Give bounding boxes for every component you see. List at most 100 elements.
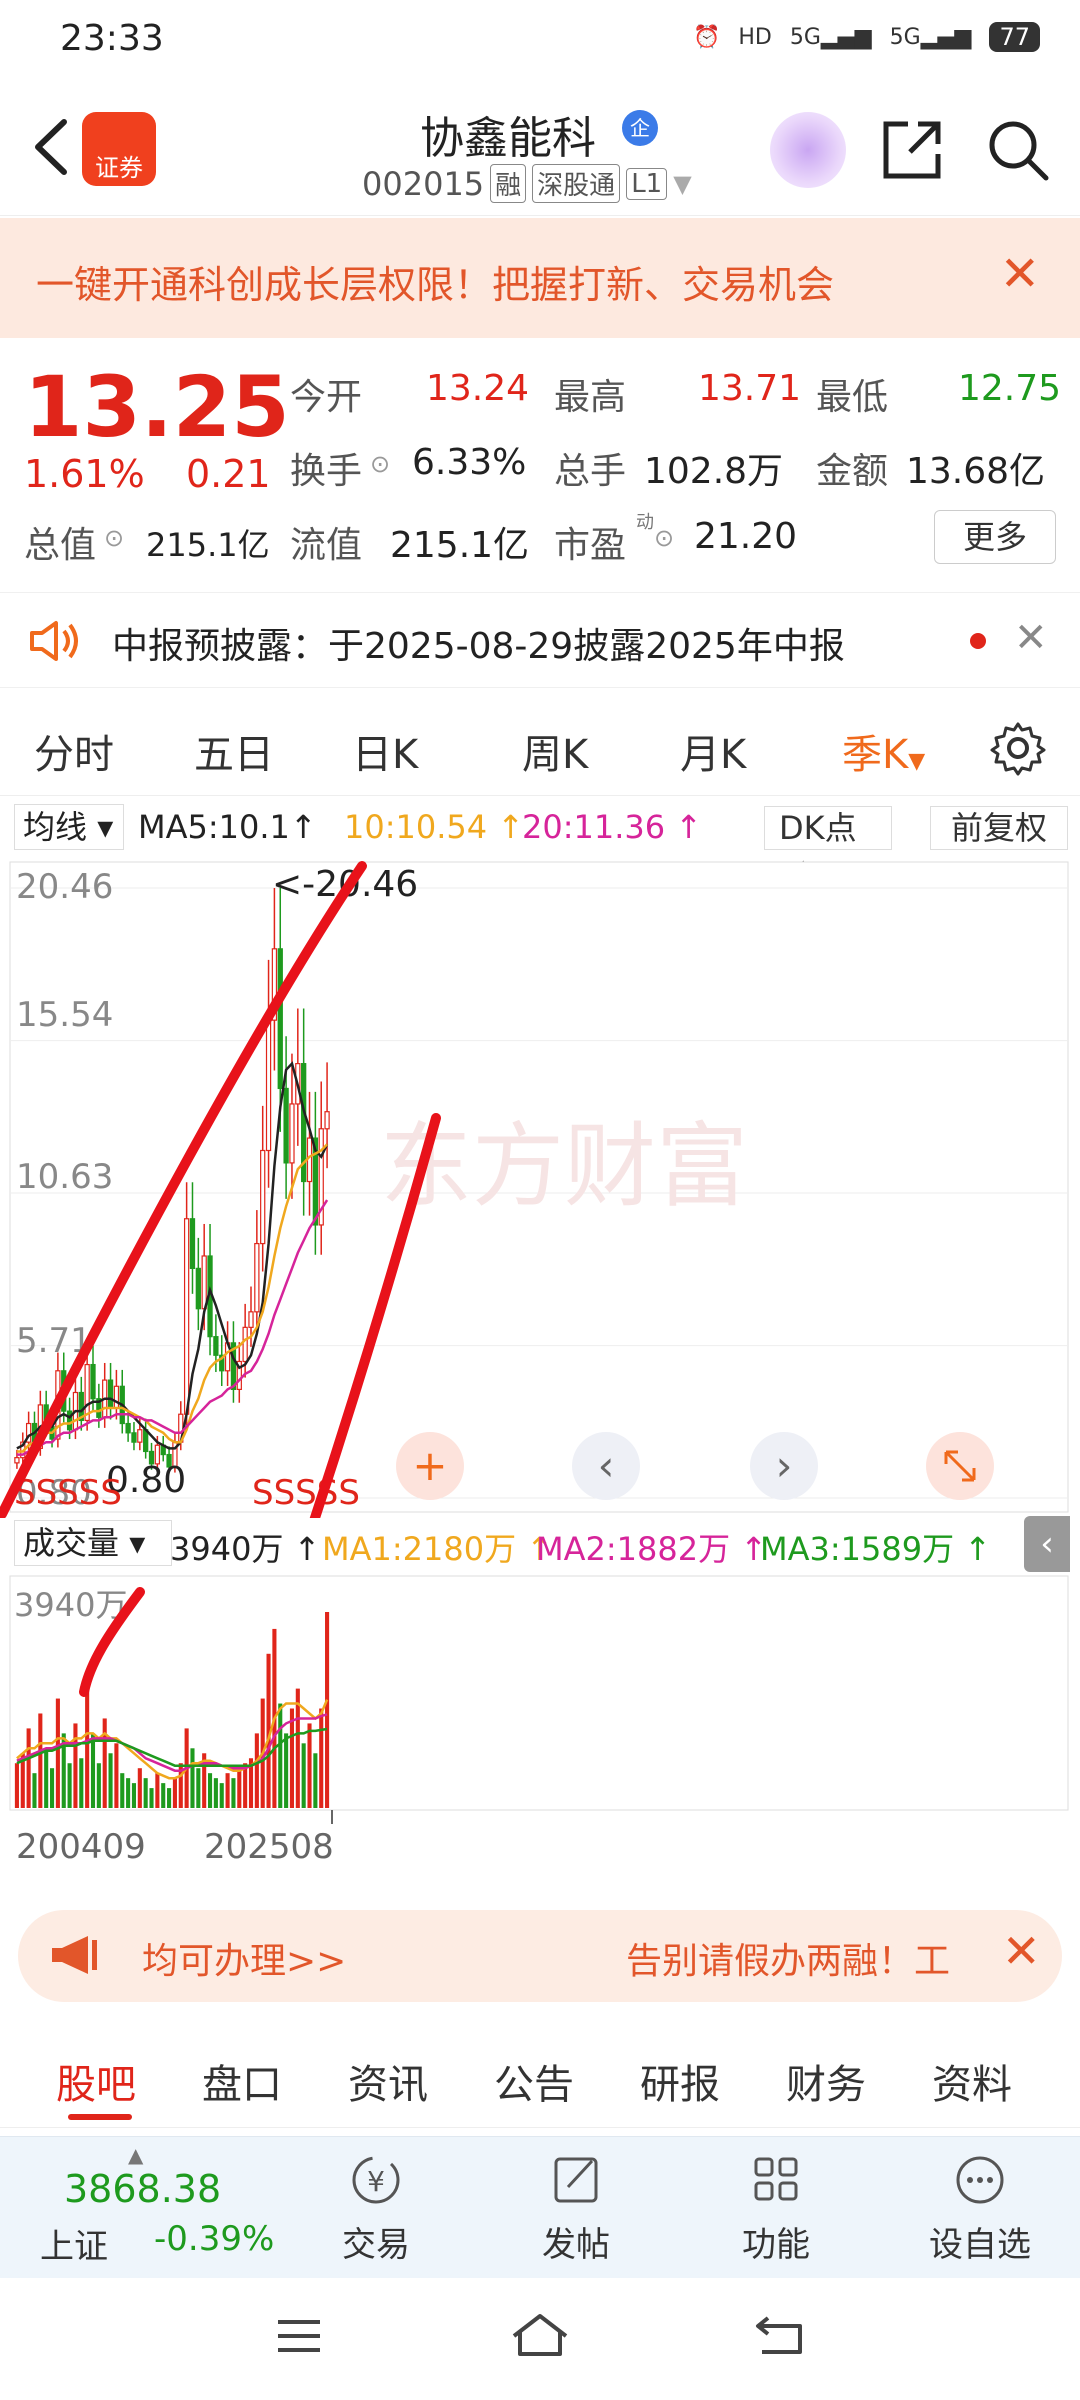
tab-monthly-k[interactable]: 月K (680, 722, 746, 780)
back-button[interactable] (22, 112, 82, 182)
promo-banner[interactable]: 一键开通科创成长层权限！把握打新、交易机会 ✕ (0, 218, 1080, 338)
back-nav-icon[interactable] (752, 2312, 808, 2358)
volume-bar (143, 1778, 148, 1808)
functions-button[interactable]: 功能 (696, 2153, 856, 2266)
speaker-icon (30, 621, 78, 661)
more-button[interactable]: 更多 (934, 510, 1056, 564)
volume-bar (289, 1708, 295, 1808)
tab-announcements[interactable]: 公告 (494, 2052, 574, 2110)
volume-bar (167, 1788, 172, 1808)
volume-bar (196, 1768, 201, 1808)
notice-close-button[interactable]: ✕ (1014, 615, 1048, 661)
volume-ma2: MA2:1882万 ↑ (536, 1530, 768, 1568)
assistant-robot-icon[interactable] (770, 112, 846, 188)
high-label: 最高 (554, 377, 627, 418)
clock: 23:33 (60, 18, 164, 59)
tab-financials[interactable]: 财务 (786, 2052, 866, 2110)
float-label: 流值 (290, 525, 363, 566)
level-tag: L1 (626, 167, 668, 200)
zoom-in-button[interactable]: + (396, 1432, 464, 1500)
notice-bar[interactable]: 中报预披露：于2025-08-29披露2025年中报 ✕ (0, 592, 1080, 688)
amount-value: 13.68亿 (906, 451, 1046, 492)
volume-bar (231, 1778, 236, 1808)
volume-bar (213, 1778, 218, 1808)
gear-icon[interactable] (990, 720, 1046, 776)
volume-chart[interactable]: 3940万 200409 202508 (0, 1572, 1080, 1872)
tab-weekly-k[interactable]: 周K (522, 722, 588, 780)
candle-body (113, 1385, 120, 1409)
candle-body (195, 1267, 201, 1310)
stock-name: 协鑫能科 (420, 113, 596, 164)
fullscreen-icon[interactable] (926, 1432, 994, 1500)
svg-text:‹: ‹ (598, 1441, 615, 1490)
volume-bar (190, 1748, 195, 1808)
candle-body (189, 1218, 196, 1269)
scroll-right-button[interactable]: › (750, 1432, 818, 1500)
add-watchlist-button[interactable]: 设自选 (900, 2153, 1060, 2266)
home-icon[interactable] (508, 2310, 572, 2360)
last-price: 13.25 (24, 358, 290, 456)
post-button[interactable]: 发帖 (496, 2153, 656, 2266)
info-icon[interactable]: ⊙ (654, 524, 674, 552)
menu-icon[interactable] (274, 2316, 324, 2356)
tab-daily-k[interactable]: 日K (352, 722, 418, 780)
info-icon[interactable]: ⊙ (370, 450, 390, 478)
candle-body (183, 1218, 190, 1415)
dropdown-icon[interactable]: ▼ (673, 170, 691, 198)
stock-code-row[interactable]: 002015 融 深股通 L1 ▼ (362, 164, 692, 203)
promo-text: 一键开通科创成长层权限！把握打新、交易机会 (36, 263, 835, 307)
bottom-toolbar: ▲ 3868.38 上证 -0.39% ¥ 交易 发帖 功能 设自选 (0, 2136, 1080, 2278)
kline-chart[interactable]: 东方财富 20.46 15.54 10.63 5.71 0.80 <-20.46… (0, 858, 1080, 1518)
candle-body (201, 1255, 207, 1310)
info-icon[interactable]: ⊙ (104, 524, 124, 552)
volume-bar (79, 1758, 84, 1808)
financing-promo-pill[interactable]: 均可办理>> 告别请假办两融！工 ✕ (18, 1910, 1062, 2002)
indicator-selector[interactable]: 均线 ▾ (14, 804, 124, 850)
tab-orderbook[interactable]: 盘口 (202, 2052, 282, 2110)
volume-value: 102.8万 (644, 451, 784, 492)
tab-research[interactable]: 研报 (640, 2052, 720, 2110)
volume-bar (44, 1748, 49, 1808)
y-tick-2: 15.54 (16, 995, 113, 1035)
scroll-left-button[interactable]: ‹ (572, 1432, 640, 1500)
tab-intraday[interactable]: 分时 (34, 722, 114, 780)
pill-close-button[interactable]: ✕ (1002, 1924, 1041, 1978)
turnover-value: 6.33% (412, 442, 527, 483)
tab-five-day[interactable]: 五日 (194, 722, 274, 780)
candle-body (66, 1410, 73, 1431)
promo-close-button[interactable]: ✕ (1000, 246, 1040, 302)
broker-logo[interactable]: 证券 (82, 112, 156, 186)
tab-quarterly-k[interactable]: 季K▼ (842, 722, 925, 780)
price-adjust-button[interactable]: 前复权 (930, 806, 1068, 850)
promo-right-text: 告别请假办两融！工 (626, 1941, 951, 1982)
volume-bar (49, 1768, 55, 1808)
dk-point-button[interactable]: DK点 ◢ (764, 806, 892, 889)
mktcap-label: 总值 (24, 525, 97, 566)
tab-news[interactable]: 资讯 (348, 2052, 428, 2110)
volume-indicator-selector[interactable]: 成交量 ▾ (14, 1520, 172, 1566)
collapse-panel-button[interactable]: ‹ (1024, 1516, 1070, 1572)
megaphone-icon (52, 1936, 97, 1974)
svg-text:›: › (776, 1441, 793, 1490)
candle-body (131, 1432, 137, 1443)
tab-profile[interactable]: 资料 (932, 2052, 1012, 2110)
search-icon[interactable] (986, 118, 1050, 182)
candle-body (213, 1336, 219, 1356)
ma10-value: 10:10.54 ↑ (344, 808, 525, 846)
share-icon[interactable] (880, 118, 944, 182)
volume-bar (172, 1778, 177, 1808)
tab-forum[interactable]: 股吧 (56, 2052, 136, 2110)
signal-icon-2: 5G▂▄▆ (889, 24, 972, 50)
status-icons: ⏰ HD 5G▂▄▆ 5G▂▄▆ 77 (693, 22, 1040, 52)
amount-label: 金额 (816, 451, 889, 492)
volume-bar (26, 1728, 31, 1808)
index-value: 3868.38 (64, 2167, 222, 2211)
promo-left-text: 均可办理>> (142, 1941, 347, 1982)
volume-bar (155, 1773, 160, 1808)
alarm-icon: ⏰ (692, 24, 721, 50)
volume-bar (307, 1723, 312, 1808)
volume-label: 总手 (554, 451, 627, 492)
candle-body (265, 1019, 272, 1152)
volume-current: 3940万 ↑ (170, 1530, 321, 1568)
trade-button[interactable]: ¥ 交易 (296, 2153, 456, 2266)
